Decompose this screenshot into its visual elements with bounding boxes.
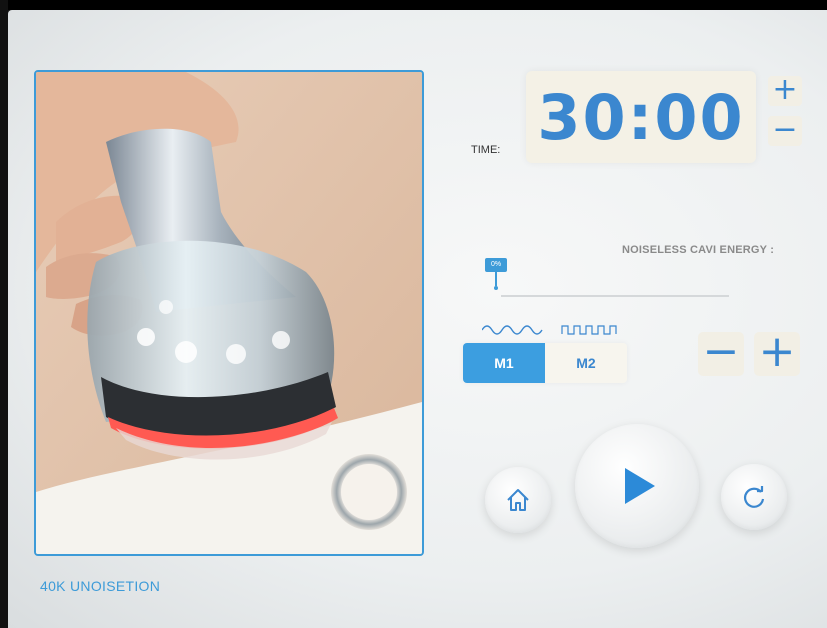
- mode-m2-button[interactable]: M2: [545, 343, 627, 383]
- mode-name-label: 40K UNOISETION: [40, 578, 161, 594]
- left-bezel: [0, 0, 8, 628]
- time-increase-button[interactable]: +: [768, 75, 802, 106]
- play-icon: [625, 468, 655, 504]
- home-icon: [507, 489, 529, 511]
- home-button[interactable]: [485, 467, 551, 533]
- play-button[interactable]: [575, 424, 699, 548]
- sine-wave-icon: [481, 325, 543, 335]
- reset-button[interactable]: [721, 464, 787, 530]
- time-decrease-button[interactable]: −: [768, 115, 802, 146]
- mode-m1-button[interactable]: M1: [463, 343, 545, 383]
- timer-value: 30:00: [537, 80, 745, 154]
- cavitation-handpiece-photo: [36, 72, 422, 554]
- timer-display: 30:00: [526, 71, 756, 163]
- mode-toggle: M1 M2: [463, 343, 627, 383]
- energy-decrease-button[interactable]: −: [698, 330, 744, 376]
- energy-slider-track[interactable]: [501, 295, 729, 297]
- energy-increase-button[interactable]: +: [754, 330, 800, 376]
- square-wave-icon: [561, 325, 617, 335]
- energy-label: NOISELESS CAVI ENERGY :: [622, 244, 775, 256]
- wave-icons: [481, 320, 622, 345]
- device-screen: 40K UNOISETION TIME: 30:00 + − NOISELESS…: [8, 10, 827, 628]
- energy-slider-thumb[interactable]: 0%: [485, 258, 507, 292]
- treatment-image: [34, 70, 424, 556]
- time-label: TIME:: [471, 144, 501, 156]
- top-bezel: [0, 0, 827, 10]
- refresh-icon: [743, 486, 765, 508]
- slider-pointer-icon: [494, 272, 498, 290]
